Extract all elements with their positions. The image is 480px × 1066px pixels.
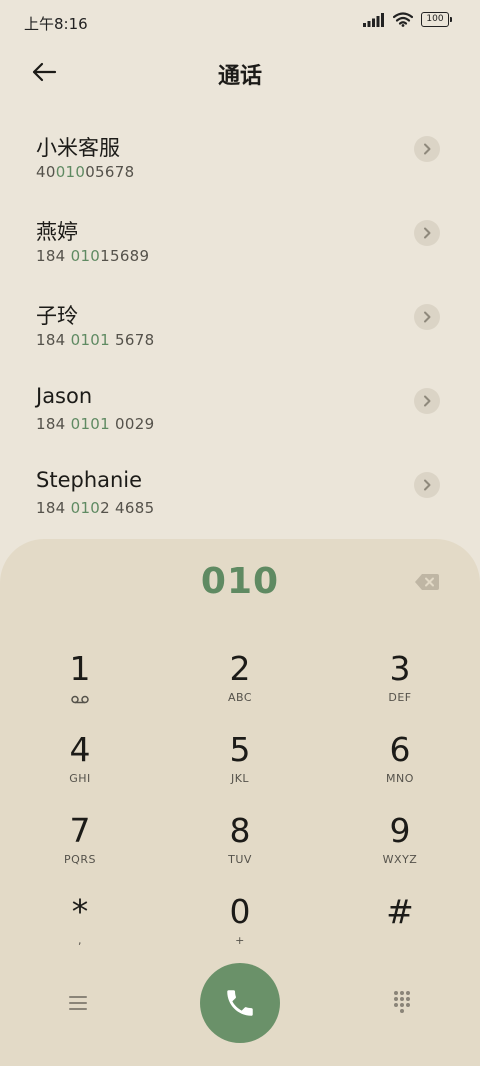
contact-name: Stephanie xyxy=(36,468,143,492)
number-match-highlight: 010 xyxy=(70,247,101,265)
key-digit: 6 xyxy=(389,730,411,769)
dialpad-icon xyxy=(394,991,410,1013)
key-3[interactable]: 3 DEF xyxy=(320,647,480,728)
chevron-right-icon xyxy=(424,311,431,323)
dialer-screen: 上午8:16 100 通话 小米客服 4001005678 燕婷 184 010… xyxy=(0,0,480,1066)
number-match-highlight: 0101 xyxy=(70,331,110,349)
key-5[interactable]: 5 JKL xyxy=(160,728,320,809)
key-letters: , xyxy=(78,934,82,947)
contact-row[interactable]: Stephanie 184 0102 4685 xyxy=(0,456,480,540)
dialer-panel: 010 1 2 ABC 3 DEF 4 GHI 5 JKL 6 MNO 7 PQ… xyxy=(0,539,480,1066)
call-button[interactable] xyxy=(200,963,280,1043)
battery-icon: 100 xyxy=(421,12,452,27)
phone-icon xyxy=(227,990,253,1016)
contact-detail-button[interactable] xyxy=(414,220,440,246)
contact-name: Jason xyxy=(36,384,93,408)
chevron-right-icon xyxy=(424,395,431,407)
key-digit: # xyxy=(386,892,414,931)
contact-detail-button[interactable] xyxy=(414,136,440,162)
key-letters: MNO xyxy=(386,772,414,785)
key-digit: 2 xyxy=(229,649,251,688)
header: 通话 xyxy=(0,48,480,96)
contact-row[interactable]: 燕婷 184 01015689 xyxy=(0,204,480,288)
contact-detail-button[interactable] xyxy=(414,388,440,414)
key-9[interactable]: 9 WXYZ xyxy=(320,809,480,890)
number-match-highlight: 010 xyxy=(70,499,101,517)
key-hash[interactable]: # xyxy=(320,890,480,971)
signal-icon xyxy=(363,12,384,27)
chevron-right-icon xyxy=(424,227,431,239)
key-star[interactable]: * , xyxy=(0,890,160,971)
key-digit: 4 xyxy=(69,730,91,769)
key-letters: PQRS xyxy=(64,853,96,866)
contact-name: 小米客服 xyxy=(36,136,120,160)
key-digit: 5 xyxy=(229,730,251,769)
backspace-icon xyxy=(415,574,439,590)
key-letters: TUV xyxy=(228,853,252,866)
menu-button[interactable] xyxy=(66,991,90,1015)
contact-number: 4001005678 xyxy=(36,163,135,181)
contact-number: 184 0101 0029 xyxy=(36,415,155,433)
key-6[interactable]: 6 MNO xyxy=(320,728,480,809)
contact-list: 小米客服 4001005678 燕婷 184 01015689 子玲 184 0… xyxy=(0,120,480,540)
contact-number: 184 01015689 xyxy=(36,247,150,265)
backspace-button[interactable] xyxy=(414,573,440,591)
key-7[interactable]: 7 PQRS xyxy=(0,809,160,890)
keypad: 1 2 ABC 3 DEF 4 GHI 5 JKL 6 MNO 7 PQRS 8… xyxy=(0,647,480,971)
menu-icon xyxy=(69,996,87,1010)
battery-level: 100 xyxy=(421,12,449,27)
contact-number: 184 0101 5678 xyxy=(36,331,155,349)
wifi-icon xyxy=(393,12,413,27)
contact-name: 燕婷 xyxy=(36,220,78,244)
key-letters: WXYZ xyxy=(382,853,418,866)
dialpad-toggle-button[interactable] xyxy=(390,989,414,1013)
voicemail-icon xyxy=(71,695,89,704)
key-digit: 1 xyxy=(69,649,91,688)
key-letters: JKL xyxy=(230,772,250,785)
key-digit: 8 xyxy=(229,811,251,850)
key-letters: GHI xyxy=(69,772,91,785)
number-match-highlight: 010 xyxy=(55,163,86,181)
contact-row[interactable]: 小米客服 4001005678 xyxy=(0,120,480,204)
status-icons: 100 xyxy=(363,12,452,27)
key-1[interactable]: 1 xyxy=(0,647,160,728)
contact-detail-button[interactable] xyxy=(414,472,440,498)
key-letters: + xyxy=(235,934,245,947)
number-match-highlight: 0101 xyxy=(70,415,110,433)
key-digit: 0 xyxy=(229,892,251,931)
contact-number: 184 0102 4685 xyxy=(36,499,155,517)
key-8[interactable]: 8 TUV xyxy=(160,809,320,890)
status-bar: 上午8:16 100 xyxy=(0,0,480,44)
contact-row[interactable]: 子玲 184 0101 5678 xyxy=(0,288,480,372)
contact-row[interactable]: Jason 184 0101 0029 xyxy=(0,372,480,456)
key-digit: * xyxy=(71,892,89,931)
chevron-right-icon xyxy=(424,143,431,155)
key-digit: 9 xyxy=(389,811,411,850)
key-4[interactable]: 4 GHI xyxy=(0,728,160,809)
dialer-bottom-bar xyxy=(0,963,480,1043)
key-letters: DEF xyxy=(388,691,412,704)
status-time: 上午8:16 xyxy=(24,15,88,33)
chevron-right-icon xyxy=(424,479,431,491)
dial-input[interactable]: 010 xyxy=(0,561,480,602)
contact-detail-button[interactable] xyxy=(414,304,440,330)
key-digit: 7 xyxy=(69,811,91,850)
contact-name: 子玲 xyxy=(36,304,78,328)
page-title: 通话 xyxy=(217,64,262,89)
key-letters: ABC xyxy=(227,691,253,704)
key-0[interactable]: 0 + xyxy=(160,890,320,971)
key-digit: 3 xyxy=(389,649,411,688)
key-2[interactable]: 2 ABC xyxy=(160,647,320,728)
